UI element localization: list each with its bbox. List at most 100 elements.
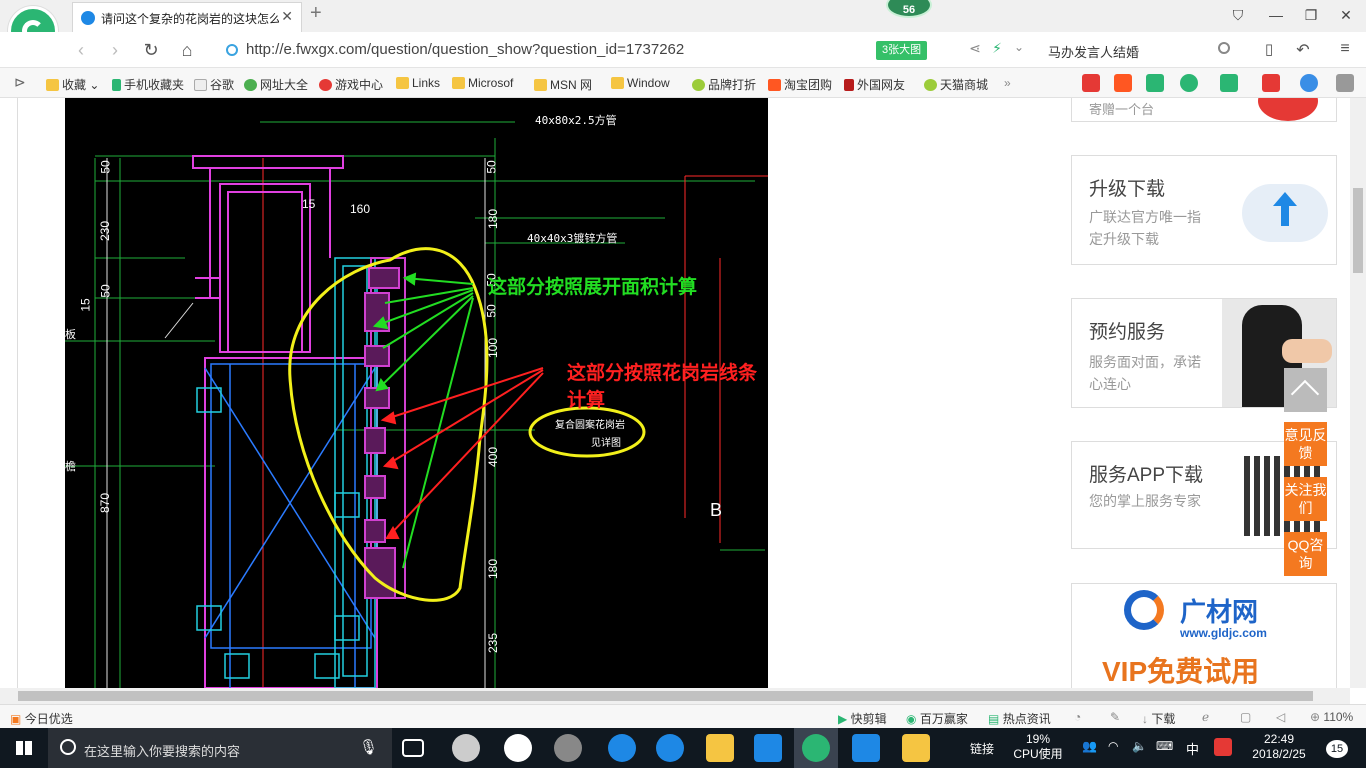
people-icon[interactable]: 👥 — [1082, 739, 1097, 753]
status-item[interactable]: ▤ 热点资讯 — [988, 710, 1051, 727]
search-icon[interactable] — [1218, 42, 1230, 54]
refresh-icon[interactable]: ↻ — [140, 40, 162, 61]
bookmark-item[interactable]: 网址大全 — [244, 76, 308, 93]
phone-icon[interactable]: ▯ — [1258, 40, 1280, 58]
status-item[interactable]: ▶ 快剪辑 — [838, 710, 887, 727]
cloud-upload-icon — [1242, 184, 1328, 242]
gldjc-ad-card[interactable]: 广材网 www.gldjc.com VIP免费试用 — [1071, 583, 1337, 688]
pinwheel-app-icon[interactable] — [452, 734, 480, 762]
back-to-top-button[interactable] — [1284, 368, 1327, 412]
home-icon[interactable]: ⌂ — [176, 40, 198, 61]
bookmark-item[interactable]: 外国网友 — [844, 76, 905, 93]
vertical-scroll-thumb[interactable] — [1353, 188, 1363, 273]
search-text[interactable]: 马办发言人结婚 — [1048, 42, 1139, 61]
bookmark-item[interactable]: 淘宝团购 — [768, 76, 832, 93]
browser-e-app-icon[interactable] — [504, 734, 532, 762]
bookmark-item[interactable]: 谷歌 — [194, 76, 234, 93]
shield-icon[interactable] — [1180, 74, 1198, 92]
file-explorer-icon[interactable] — [706, 734, 734, 762]
volume-icon[interactable]: ◁ — [1276, 710, 1285, 724]
notification-badge[interactable]: 56 — [886, 0, 932, 18]
new-tab-icon[interactable]: + — [310, 2, 322, 25]
ie-app-icon[interactable] — [656, 734, 684, 762]
window-icon[interactable]: ▢ — [1240, 710, 1251, 724]
edge-app-icon[interactable] — [608, 734, 636, 762]
restore-icon[interactable]: ❐ — [1301, 7, 1321, 24]
bookmark-item[interactable]: 品牌打折 — [692, 76, 756, 93]
forward-icon[interactable]: › — [104, 40, 126, 61]
follow-us-button[interactable]: 关注我们 — [1284, 477, 1327, 521]
today-pick-item[interactable]: ▣ 今日优选 — [10, 710, 73, 727]
task-view-icon[interactable] — [402, 739, 424, 757]
url-text[interactable]: http://e.fwxgx.com/question/question_sho… — [246, 41, 684, 58]
shirt-icon[interactable]: ⛉ — [1228, 7, 1248, 24]
feedback-button[interactable]: 意见反馈 — [1284, 422, 1327, 466]
bookmark-item[interactable]: 游戏中心 — [319, 76, 383, 93]
status-item[interactable]: ◉ 百万赢家 — [906, 710, 968, 727]
wifi-icon[interactable]: ◠ — [1108, 739, 1118, 753]
bookmark-item[interactable]: Microsof — [452, 76, 513, 90]
game-icon — [319, 79, 332, 91]
clock[interactable]: 22:49 2018/2/25 — [1244, 732, 1314, 762]
more-bookmarks-icon[interactable]: » — [1004, 76, 1011, 90]
zoom-icon[interactable] — [1300, 74, 1318, 92]
bookmark-item[interactable]: 收藏 ⌄ — [46, 76, 99, 93]
swirl-app-icon[interactable] — [554, 734, 582, 762]
page-content: 40x80x2.5方管 40x40x3镀锌方管 160 15 B 板 檐 50 … — [0, 98, 1350, 688]
link-label[interactable]: 链接 — [970, 740, 994, 757]
bookmark-item[interactable]: 手机收藏夹 — [112, 76, 184, 93]
menu-icon[interactable]: ≡ — [1334, 40, 1356, 58]
play-circle-icon: ◉ — [906, 712, 917, 726]
bookmark-item[interactable]: MSN 网 — [534, 76, 592, 93]
notes-app-icon[interactable] — [902, 734, 930, 762]
sogou-icon[interactable] — [1214, 738, 1232, 756]
cpu-usage[interactable]: 19% CPU使用 — [1012, 732, 1064, 762]
speed-icon[interactable]: ◔ — [1074, 710, 1081, 724]
translate-icon[interactable] — [1220, 74, 1238, 92]
vertical-scrollbar[interactable] — [1350, 98, 1366, 688]
horizontal-scroll-thumb[interactable] — [18, 691, 1313, 701]
trophy-icon[interactable] — [1082, 74, 1100, 92]
start-button[interactable] — [0, 728, 48, 768]
bookmark-item[interactable]: Window — [611, 76, 670, 90]
share-icon[interactable]: ⋖ — [964, 40, 986, 57]
status-item[interactable]: ↓ 下载 — [1142, 710, 1175, 727]
upgrade-download-card[interactable]: 升级下载 广联达官方唯一指定升级下载 — [1071, 155, 1337, 265]
keyboard-icon[interactable]: ⌨ — [1156, 739, 1173, 753]
pin-icon[interactable]: ✎ — [1110, 710, 1120, 724]
horizontal-scrollbar[interactable] — [0, 688, 1350, 704]
browser-tab[interactable]: 请问这个复杂的花岗岩的这块怎么 ✕ — [72, 2, 302, 32]
microphone-icon[interactable]: 🎙 — [359, 738, 378, 756]
sidebar-toggle-icon[interactable]: ⊳ — [14, 74, 26, 91]
grid-icon[interactable] — [1336, 74, 1354, 92]
notification-count-badge[interactable]: 15 — [1326, 740, 1348, 758]
glodon-app-icon[interactable] — [754, 734, 782, 762]
tab-close-icon[interactable]: ✕ — [281, 8, 293, 25]
red-annotation: 这部分按照花岗岩线条计算 — [567, 362, 758, 411]
minimize-icon[interactable]: — — [1266, 7, 1286, 23]
chevron-down-icon[interactable]: ⌄ — [1008, 40, 1030, 54]
callout-text-2: 见详图 — [591, 438, 621, 449]
bookmark-item[interactable]: 天猫商城 — [924, 76, 988, 93]
ie-icon[interactable]: ℯ — [1202, 710, 1209, 724]
taskbar-search-input[interactable]: 在这里输入你要搜索的内容 🎙 — [48, 728, 392, 768]
zoom-level[interactable]: ⊕ 110% — [1310, 710, 1353, 724]
search-input[interactable]: 马办发言人结婚 — [1040, 37, 1238, 63]
360-browser-app-icon[interactable] — [802, 734, 830, 762]
book-icon[interactable] — [1146, 74, 1164, 92]
undo-icon[interactable]: ↶ — [1292, 40, 1314, 60]
scissors-icon[interactable] — [1262, 74, 1280, 92]
close-window-icon[interactable]: ✕ — [1336, 7, 1356, 24]
qq-consult-button[interactable]: QQ咨询 — [1284, 532, 1327, 576]
flash-icon[interactable]: ⚡ — [986, 40, 1008, 57]
dimension-left: 50 — [98, 160, 113, 174]
volume-icon[interactable]: 🔈 — [1132, 739, 1147, 753]
sidebar-card-partial[interactable]: 寄赠一个台 — [1071, 98, 1337, 122]
move-app-icon[interactable] — [852, 734, 880, 762]
back-icon[interactable]: ‹ — [70, 40, 92, 61]
ime-indicator[interactable]: 中 — [1186, 739, 1199, 758]
url-field[interactable]: http://e.fwxgx.com/question/question_sho… — [218, 36, 870, 64]
big-image-button[interactable]: 3张大图 — [876, 41, 928, 60]
discount-icon[interactable] — [1114, 74, 1132, 92]
bookmark-item[interactable]: Links — [396, 76, 440, 90]
